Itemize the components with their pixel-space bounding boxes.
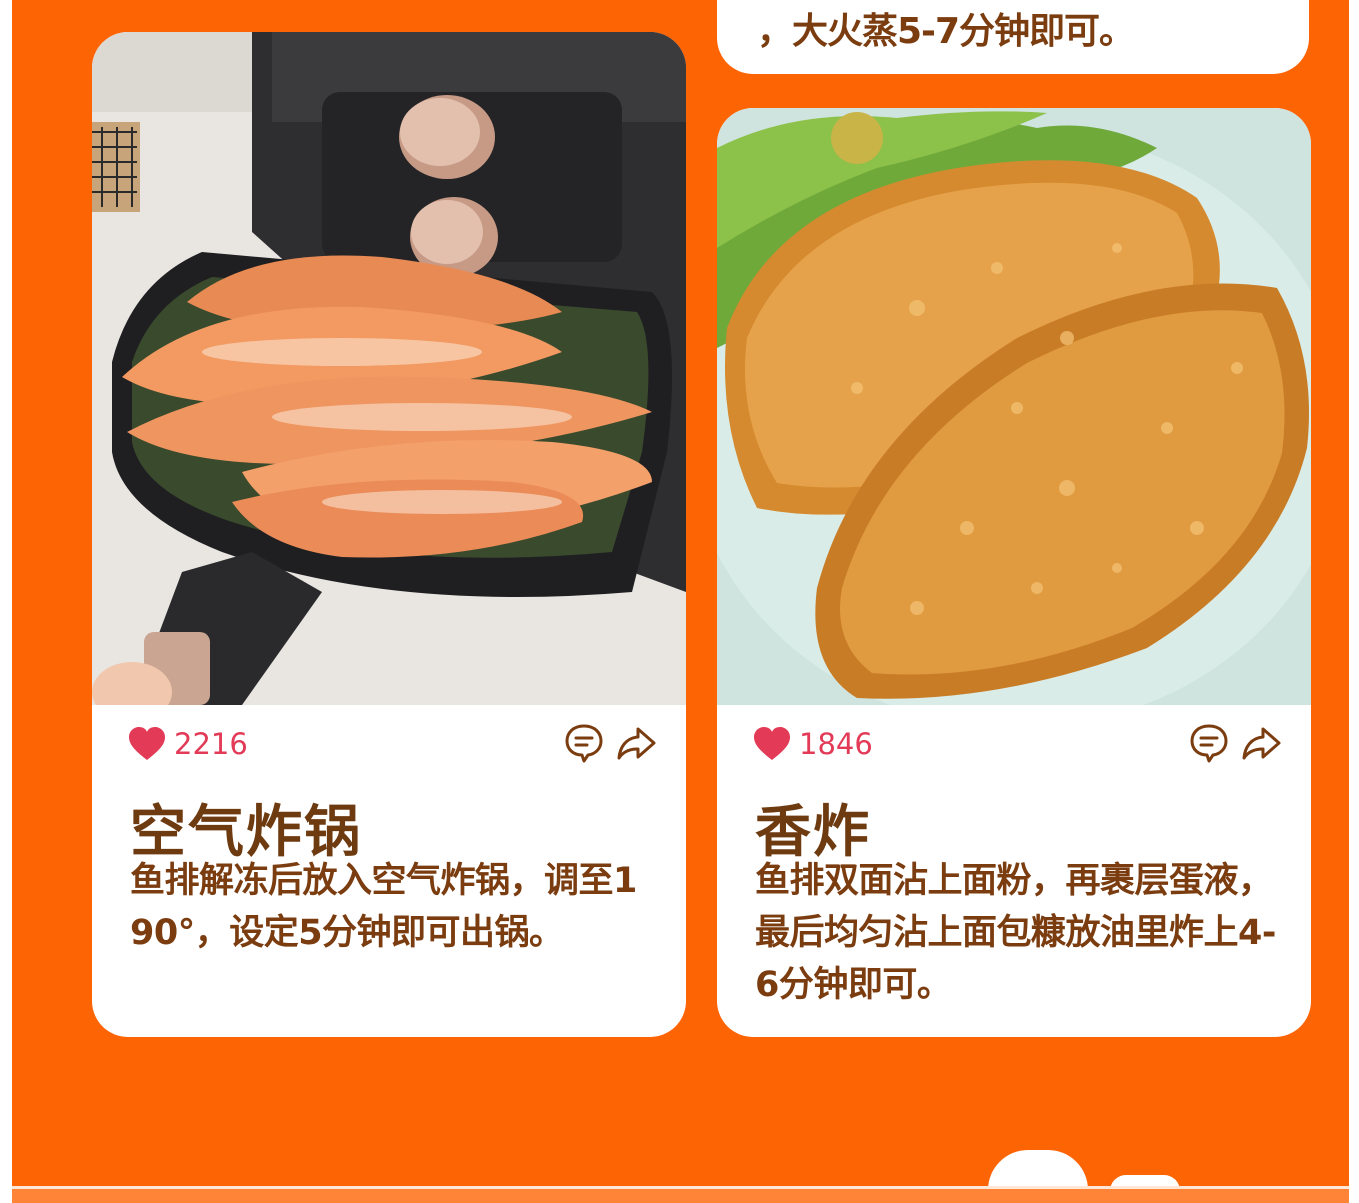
card-actions — [1189, 723, 1281, 763]
card-description: 鱼排双面沾上面粉，再裹层蛋液，最后均匀沾上面包糠放油里炸上4-6分钟即可。 — [755, 861, 1276, 1005]
like-stat[interactable]: 1846 — [753, 727, 873, 761]
bottom-strip — [12, 1186, 1349, 1203]
like-count: 2216 — [174, 727, 248, 761]
share-icon[interactable] — [1241, 723, 1281, 763]
heart-icon[interactable] — [753, 727, 791, 761]
air-fryer-photo — [92, 32, 686, 705]
recipe-card-air-fryer[interactable]: 2216 空气炸锅 鱼排解冻后放入空气炸锅，调至190°，设定5分钟即可出锅。 — [92, 32, 686, 1037]
fried-fish-photo — [717, 108, 1311, 705]
top-card-description: ，大火蒸5-7分钟即可。 — [757, 11, 1135, 52]
like-count: 1846 — [799, 727, 873, 761]
card-actions — [564, 723, 656, 763]
comment-icon[interactable] — [1189, 723, 1229, 763]
share-icon[interactable] — [616, 723, 656, 763]
top-card: ，大火蒸5-7分钟即可。 — [717, 0, 1309, 74]
heart-icon[interactable] — [128, 727, 166, 761]
recipe-card-deep-fried[interactable]: 1846 香炸 鱼排双面沾上面粉，再裹层蛋液，最后均匀沾上面包糠放油里炸上4-6… — [717, 108, 1311, 1037]
like-stat[interactable]: 2216 — [128, 727, 248, 761]
comment-icon[interactable] — [564, 723, 604, 763]
card-description: 鱼排解冻后放入空气炸锅，调至190°，设定5分钟即可出锅。 — [130, 861, 637, 953]
